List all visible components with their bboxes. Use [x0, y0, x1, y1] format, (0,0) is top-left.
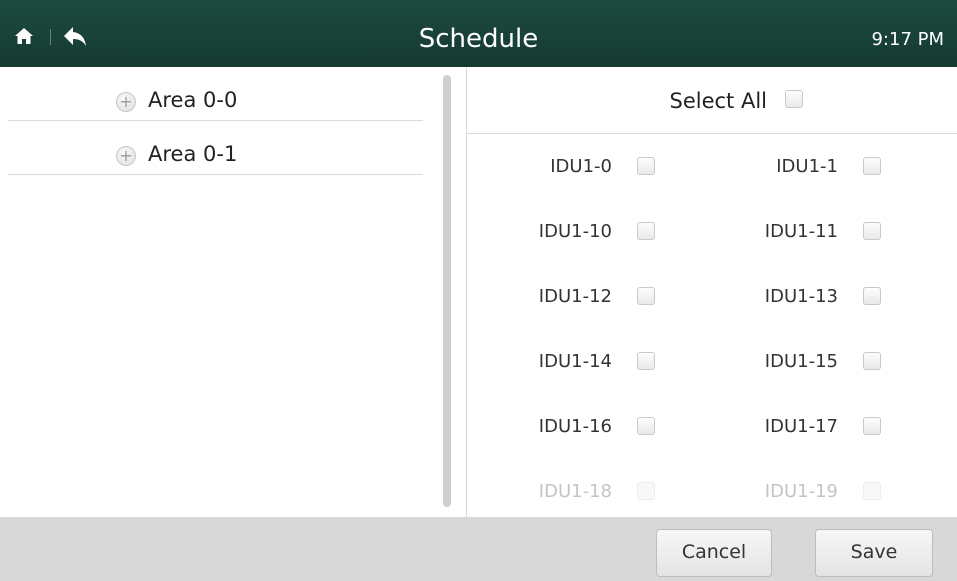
unit-item[interactable]: IDU1-19	[693, 477, 893, 507]
unit-selection-panel: Select All IDU1-0 IDU1-1 IDU1-10 IDU1-11 IDU…	[467, 67, 957, 517]
unit-checkbox[interactable]	[637, 287, 655, 305]
unit-label: IDU1-12	[538, 286, 612, 307]
plus-icon[interactable]: +	[116, 92, 136, 112]
unit-item[interactable]: IDU1-0	[467, 152, 667, 182]
page-title: Schedule	[418, 24, 539, 54]
unit-item[interactable]: IDU1-16	[467, 412, 667, 442]
plus-icon[interactable]: +	[116, 146, 136, 166]
unit-item[interactable]: IDU1-14	[467, 347, 667, 377]
unit-label: IDU1-15	[764, 351, 838, 372]
unit-label: IDU1-16	[538, 416, 612, 437]
unit-label: IDU1-18	[538, 481, 612, 502]
save-button[interactable]: Save	[815, 529, 933, 577]
unit-checkbox[interactable]	[637, 157, 655, 175]
unit-item[interactable]: IDU1-10	[467, 217, 667, 247]
unit-label: IDU1-1	[776, 156, 838, 177]
select-all-checkbox[interactable]	[785, 90, 803, 108]
unit-item[interactable]: IDU1-1	[693, 152, 893, 182]
area-label: Area 0-0	[148, 88, 238, 112]
unit-checkbox[interactable]	[863, 482, 881, 500]
header-bar: Schedule 9:17 PM	[0, 0, 957, 67]
unit-label: IDU1-10	[538, 221, 612, 242]
unit-checkbox[interactable]	[863, 157, 881, 175]
area-row[interactable]: + Area 0-1	[8, 121, 423, 175]
select-all-label: Select All	[669, 89, 768, 113]
unit-checkbox[interactable]	[637, 352, 655, 370]
unit-label: IDU1-17	[764, 416, 838, 437]
unit-item[interactable]: IDU1-11	[693, 217, 893, 247]
unit-checkbox[interactable]	[863, 287, 881, 305]
unit-checkbox[interactable]	[863, 222, 881, 240]
unit-item[interactable]: IDU1-18	[467, 477, 667, 507]
clock-display: 9:17 PM	[871, 29, 944, 50]
unit-checkbox[interactable]	[863, 352, 881, 370]
unit-checkbox[interactable]	[637, 482, 655, 500]
unit-item[interactable]: IDU1-12	[467, 282, 667, 312]
unit-item[interactable]: IDU1-13	[693, 282, 893, 312]
unit-label: IDU1-19	[764, 481, 838, 502]
area-row[interactable]: + Area 0-0	[8, 67, 423, 121]
select-all-row: Select All	[467, 67, 957, 134]
footer-bar: Cancel Save	[0, 517, 957, 581]
cancel-button[interactable]: Cancel	[656, 529, 772, 577]
unit-item[interactable]: IDU1-15	[693, 347, 893, 377]
unit-checkbox[interactable]	[637, 417, 655, 435]
unit-checkbox[interactable]	[863, 417, 881, 435]
scrollbar[interactable]	[443, 75, 451, 507]
unit-label: IDU1-0	[550, 156, 612, 177]
unit-label: IDU1-14	[538, 351, 612, 372]
unit-label: IDU1-13	[764, 286, 838, 307]
unit-checkbox[interactable]	[637, 222, 655, 240]
area-label: Area 0-1	[148, 142, 238, 166]
area-list: + Area 0-0 + Area 0-1	[8, 67, 423, 517]
unit-label: IDU1-11	[764, 221, 838, 242]
unit-item[interactable]: IDU1-17	[693, 412, 893, 442]
